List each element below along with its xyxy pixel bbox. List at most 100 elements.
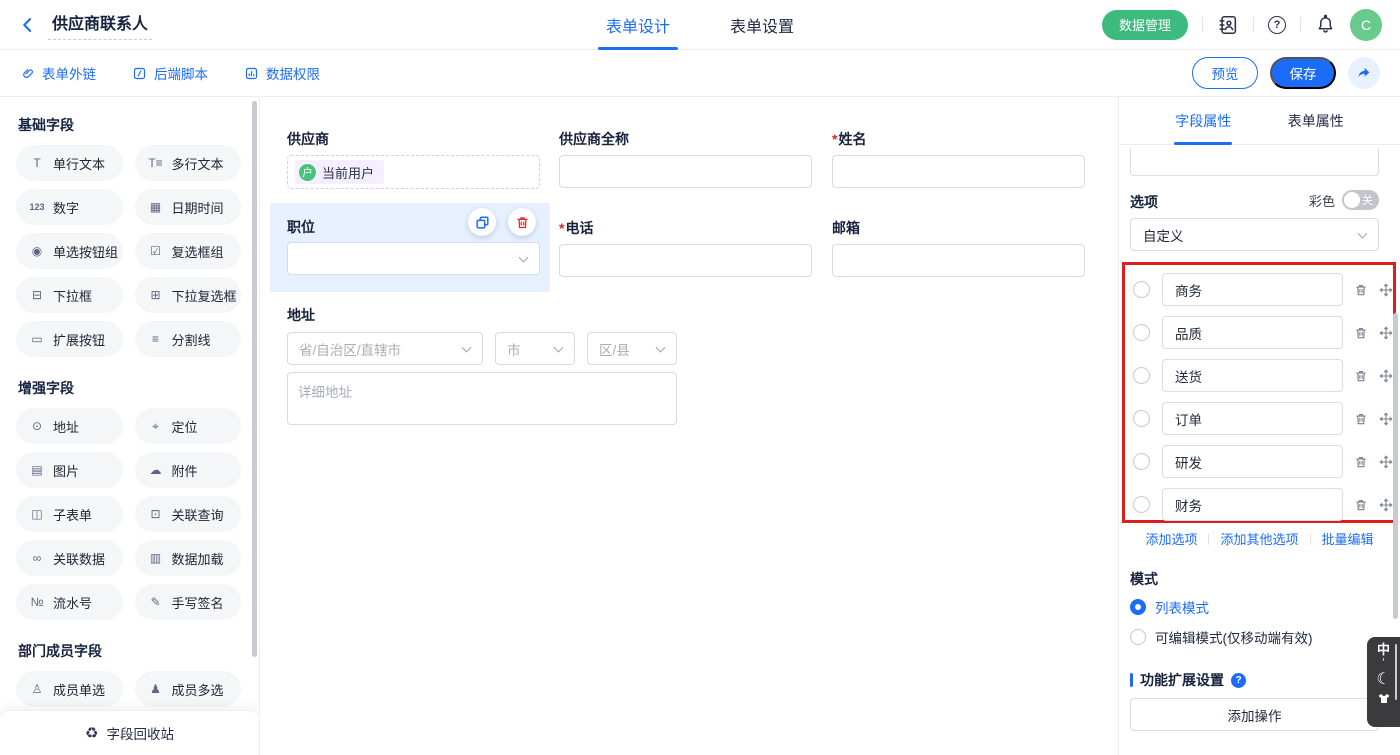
option-input[interactable]	[1162, 445, 1343, 478]
sidebar-item-geolocation[interactable]: ⌖定位	[135, 408, 242, 444]
help-icon[interactable]: ?	[1268, 16, 1286, 34]
sidebar-item-radio-group[interactable]: ◉单选按钮组	[16, 233, 123, 269]
sidebar-item-address[interactable]: ⊙地址	[16, 408, 123, 444]
copy-icon	[475, 215, 490, 230]
toolbar-item-backend-script[interactable]: 后端脚本	[132, 63, 208, 83]
field-recycle-bin-button[interactable]: ♻ 字段回收站	[0, 710, 259, 755]
sidebar-item-multi-text[interactable]: T≡多行文本	[135, 145, 242, 181]
tab-form-properties[interactable]: 表单属性	[1288, 97, 1344, 145]
delete-option-button[interactable]	[1354, 283, 1368, 297]
delete-option-button[interactable]	[1354, 455, 1368, 469]
province-dropdown[interactable]: 省/自治区/直辖市	[287, 332, 483, 365]
option-type-dropdown[interactable]: 自定义	[1130, 218, 1379, 251]
supplier-value-box[interactable]: 户 当前用户	[287, 155, 540, 189]
dark-mode-moon-icon[interactable]: ☾	[1376, 670, 1390, 690]
help-circle-icon[interactable]: ?	[1231, 673, 1246, 688]
text-input[interactable]	[559, 155, 812, 188]
sidebar-item-extend-button[interactable]: ▭扩展按钮	[16, 321, 123, 357]
option-input[interactable]	[1162, 402, 1343, 435]
form-canvas[interactable]: 供应商 户 当前用户 供应商全称 *姓名 职位	[260, 97, 1118, 755]
option-radio[interactable]	[1133, 496, 1150, 513]
option-input[interactable]	[1162, 316, 1343, 349]
sidebar-item-linked-query[interactable]: ⊡关联查询	[135, 496, 242, 532]
section-enhanced-fields: 增强字段 ⊙地址 ⌖定位 ▤图片 ☁附件 ◫子表单 ⊡关联查询 ∞关联数据 ▥数…	[16, 378, 241, 620]
translate-icon[interactable]: 中	[1377, 642, 1390, 657]
field-email[interactable]: 邮箱	[832, 218, 1085, 277]
preview-button[interactable]: 预览	[1192, 57, 1258, 89]
sidebar-item-dropdown[interactable]: ⊟下拉框	[16, 277, 123, 313]
contacts-book-icon[interactable]	[1217, 14, 1239, 36]
drag-option-handle[interactable]	[1379, 283, 1393, 297]
back-button[interactable]	[18, 15, 38, 35]
delete-option-button[interactable]	[1354, 326, 1368, 340]
toolbar-item-external-link[interactable]: 表单外链	[20, 63, 96, 83]
sidebar-item-image[interactable]: ▤图片	[16, 452, 123, 488]
sidebar-item-serial-number[interactable]: №流水号	[16, 584, 123, 620]
sidebar-item-datetime[interactable]: ▦日期时间	[135, 189, 242, 225]
batch-edit-link[interactable]: 批量编辑	[1322, 529, 1374, 548]
field-phone[interactable]: *电话	[559, 218, 812, 277]
sidebar-item-data-load[interactable]: ▥数据加载	[135, 540, 242, 576]
text-input[interactable]	[559, 244, 812, 277]
delete-option-button[interactable]	[1354, 498, 1368, 512]
sidebar-item-member-multi[interactable]: ♟成员多选	[135, 671, 242, 707]
panel-scrollbar[interactable]	[1393, 313, 1398, 619]
city-dropdown[interactable]: 市	[495, 332, 575, 365]
field-supplier-fullname[interactable]: 供应商全称	[559, 129, 812, 188]
address-detail-textarea[interactable]: 详细地址	[287, 372, 677, 425]
sidebar-item-checkbox-group[interactable]: ☑复选框组	[135, 233, 242, 269]
drag-option-handle[interactable]	[1379, 498, 1393, 512]
drag-option-handle[interactable]	[1379, 412, 1393, 426]
add-other-option-link[interactable]: 添加其他选项	[1220, 529, 1298, 548]
data-manage-button[interactable]: 数据管理	[1102, 10, 1188, 40]
sidebar-item-divider[interactable]: ≡分割线	[135, 321, 242, 357]
sidebar-item-number[interactable]: 123数字	[16, 189, 123, 225]
save-button[interactable]: 保存	[1270, 57, 1336, 89]
share-button[interactable]	[1348, 57, 1380, 89]
mode-editable-radio[interactable]: 可编辑模式(仅移动端有效)	[1130, 627, 1313, 647]
mode-list-radio[interactable]: 列表模式	[1130, 597, 1209, 617]
drag-option-handle[interactable]	[1379, 455, 1393, 469]
field-supplier[interactable]: 供应商 户 当前用户	[287, 129, 540, 189]
field-position-selected[interactable]: 职位	[270, 203, 550, 292]
text-input[interactable]	[832, 244, 1085, 277]
sidebar-item-multi-dropdown[interactable]: ⊞下拉复选框	[135, 277, 242, 313]
delete-option-button[interactable]	[1354, 369, 1368, 383]
theme-shirt-icon[interactable]	[1376, 692, 1392, 710]
drag-option-handle[interactable]	[1379, 326, 1393, 340]
delete-option-button[interactable]	[1354, 412, 1368, 426]
page-title[interactable]: 供应商联系人	[48, 10, 152, 40]
notification-bell-icon[interactable]	[1315, 14, 1336, 35]
district-dropdown[interactable]: 区/县	[587, 332, 677, 365]
option-radio[interactable]	[1133, 367, 1150, 384]
sidebar-item-signature[interactable]: ✎手写签名	[135, 584, 242, 620]
tab-form-design[interactable]: 表单设计	[604, 0, 672, 50]
field-title-input-partial[interactable]	[1130, 148, 1379, 176]
position-dropdown[interactable]	[287, 242, 540, 275]
option-input[interactable]	[1162, 359, 1343, 392]
delete-field-button[interactable]	[508, 208, 536, 236]
sidebar-item-subform[interactable]: ◫子表单	[16, 496, 123, 532]
option-radio[interactable]	[1133, 410, 1150, 427]
add-action-button[interactable]: 添加操作	[1130, 698, 1379, 731]
sidebar-item-linked-data[interactable]: ∞关联数据	[16, 540, 123, 576]
text-input[interactable]	[832, 155, 1085, 188]
color-toggle[interactable]: 关	[1342, 190, 1379, 210]
field-name[interactable]: *姓名	[832, 129, 1085, 188]
drag-option-handle[interactable]	[1379, 369, 1393, 383]
sidebar-item-single-text[interactable]: T单行文本	[16, 145, 123, 181]
sidebar-item-attachment[interactable]: ☁附件	[135, 452, 242, 488]
option-radio[interactable]	[1133, 453, 1150, 470]
option-input[interactable]	[1162, 488, 1343, 521]
copy-field-button[interactable]	[468, 208, 496, 236]
toolbar-item-data-permission[interactable]: 数据权限	[244, 63, 320, 83]
sidebar-item-member-single[interactable]: ♙成员单选	[16, 671, 123, 707]
user-avatar[interactable]: C	[1350, 9, 1382, 41]
add-option-link[interactable]: 添加选项	[1145, 529, 1197, 548]
tab-field-properties[interactable]: 字段属性	[1175, 97, 1231, 145]
option-input[interactable]	[1162, 273, 1343, 306]
tab-form-settings[interactable]: 表单设置	[728, 0, 796, 50]
option-radio[interactable]	[1133, 324, 1150, 341]
option-radio[interactable]	[1133, 281, 1150, 298]
sidebar-scrollbar[interactable]	[252, 101, 257, 657]
